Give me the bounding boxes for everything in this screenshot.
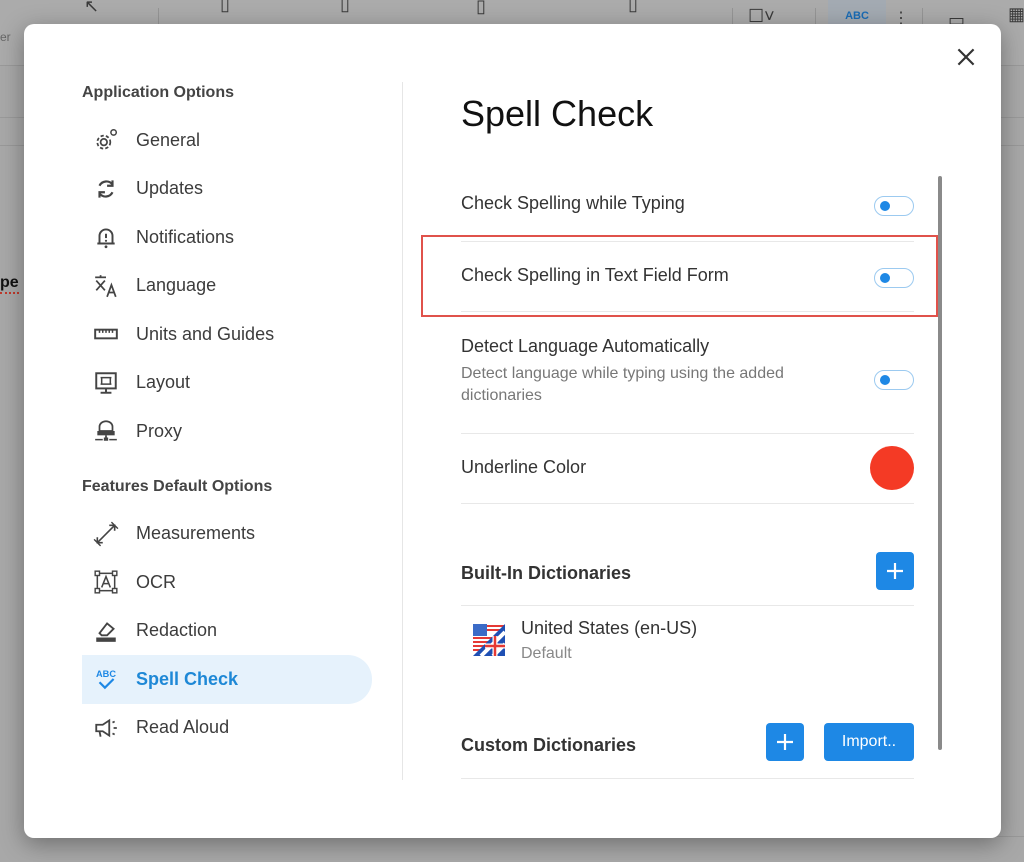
setting-title: Check Spelling while Typing [461, 193, 685, 213]
sidebar-item-general[interactable]: General [82, 116, 372, 165]
bell-alert-icon [92, 223, 120, 251]
setting-row-detect-language-automatically: Detect Language Automatically Detect lan… [461, 312, 914, 434]
sidebar-item-label: Redaction [136, 620, 218, 641]
underline-color-swatch[interactable] [870, 446, 914, 490]
text-select-tool-icon[interactable]: ↖ [84, 0, 99, 17]
svg-text:ABC: ABC [96, 669, 116, 679]
background-label: er [0, 30, 11, 44]
import-dictionary-button[interactable]: Import.. [824, 723, 914, 761]
sidebar-item-label: Language [136, 275, 217, 296]
sidebar-item-proxy[interactable]: Proxy [82, 407, 372, 456]
spell-check-panel: Spell Check Check Spelling while Typing … [461, 84, 914, 779]
sidebar-item-label: Notifications [136, 226, 235, 247]
megaphone-icon [92, 714, 120, 742]
sidebar-item-label: Units and Guides [136, 323, 275, 344]
sidebar-item-read-aloud[interactable]: Read Aloud [82, 704, 372, 753]
toggle-knob [880, 375, 890, 385]
add-custom-dictionary-button[interactable] [766, 723, 804, 761]
check-spelling-in-text-field-form-toggle[interactable] [874, 268, 914, 288]
sidebar-item-label: Spell Check [136, 668, 239, 689]
network-drive-icon [92, 417, 120, 445]
sidebar-item-label: OCR [136, 571, 176, 592]
sidebar-item-label: General [136, 129, 201, 150]
dictionary-name: United States (en-US) [521, 618, 698, 638]
sidebar-item-label: Read Aloud [136, 717, 230, 738]
sidebar-divider [402, 82, 403, 780]
sidebar-heading-application-options: Application Options [82, 84, 234, 101]
setting-description: Detect language while typing using the a… [461, 365, 784, 404]
close-button[interactable] [953, 44, 979, 70]
sidebar-item-label: Proxy [136, 420, 183, 441]
dictionary-item[interactable]: United States (en-US) Default [461, 606, 914, 663]
sidebar-item-label: Updates [136, 178, 204, 199]
setting-row-check-spelling-while-typing: Check Spelling while Typing [461, 180, 914, 242]
form-field-icon[interactable]: ▯ [476, 0, 486, 17]
monitor-layout-icon [92, 369, 120, 397]
sidebar-item-spell-check[interactable]: ABC Spell Check [82, 655, 372, 704]
ruler-icon [92, 320, 120, 348]
dictionary-default-label: Default [521, 645, 572, 662]
background-document-text: pe [0, 274, 19, 294]
ocr-icon [92, 568, 120, 596]
keypad-icon[interactable]: ▯ [340, 0, 350, 15]
sidebar-item-language[interactable]: Language [82, 262, 372, 311]
sidebar-item-ocr[interactable]: OCR [82, 558, 372, 607]
sidebar-item-updates[interactable]: Updates [82, 165, 372, 214]
eraser-icon [92, 617, 120, 645]
panel-scrollbar[interactable] [938, 176, 942, 750]
settings-sidebar: Application Options General Updates Noti… [82, 84, 402, 752]
us-uk-flag-icon [473, 624, 505, 656]
sidebar-item-notifications[interactable]: Notifications [82, 213, 372, 262]
binary-field-icon[interactable]: ▯ [628, 0, 638, 15]
grid-tool-icon[interactable]: ▦ [1008, 4, 1024, 25]
toggle-knob [880, 201, 890, 211]
number-field-icon[interactable]: ▯ [220, 0, 230, 15]
toggle-knob [880, 273, 890, 283]
setting-title: Check Spelling in Text Field Form [461, 265, 729, 285]
plus-icon [887, 563, 903, 579]
detect-language-automatically-toggle[interactable] [874, 370, 914, 390]
sidebar-item-units-and-guides[interactable]: Units and Guides [82, 310, 372, 359]
measure-arrow-icon [92, 520, 120, 548]
setting-title: Detect Language Automatically [461, 336, 710, 356]
check-spelling-while-typing-toggle[interactable] [874, 196, 914, 216]
translate-icon [92, 272, 120, 300]
setting-title: Underline Color [461, 457, 587, 477]
sidebar-item-label: Layout [136, 372, 191, 393]
sidebar-item-layout[interactable]: Layout [82, 359, 372, 408]
sidebar-heading-features-default-options: Features Default Options [82, 477, 273, 495]
sidebar-item-measurements[interactable]: Measurements [82, 510, 372, 559]
add-built-in-dictionary-button[interactable] [876, 552, 914, 590]
section-title: Built-In Dictionaries [461, 563, 632, 583]
setting-row-underline-color: Underline Color [461, 434, 914, 504]
spell-check-icon: ABC [92, 665, 120, 693]
built-in-dictionaries-header: Built-In Dictionaries [461, 544, 914, 606]
close-icon [957, 48, 975, 66]
sidebar-item-label: Measurements [136, 523, 256, 544]
sidebar-item-redaction[interactable]: Redaction [82, 607, 372, 656]
sync-icon [92, 175, 120, 203]
custom-dictionaries-header: Custom Dictionaries Import.. [461, 719, 914, 779]
gear-icon [92, 126, 120, 154]
setting-row-check-spelling-in-text-field-form: Check Spelling in Text Field Form [461, 242, 914, 312]
page-title: Spell Check [461, 93, 654, 134]
preferences-dialog: Application Options General Updates Noti… [24, 24, 1001, 838]
plus-icon [777, 734, 793, 750]
